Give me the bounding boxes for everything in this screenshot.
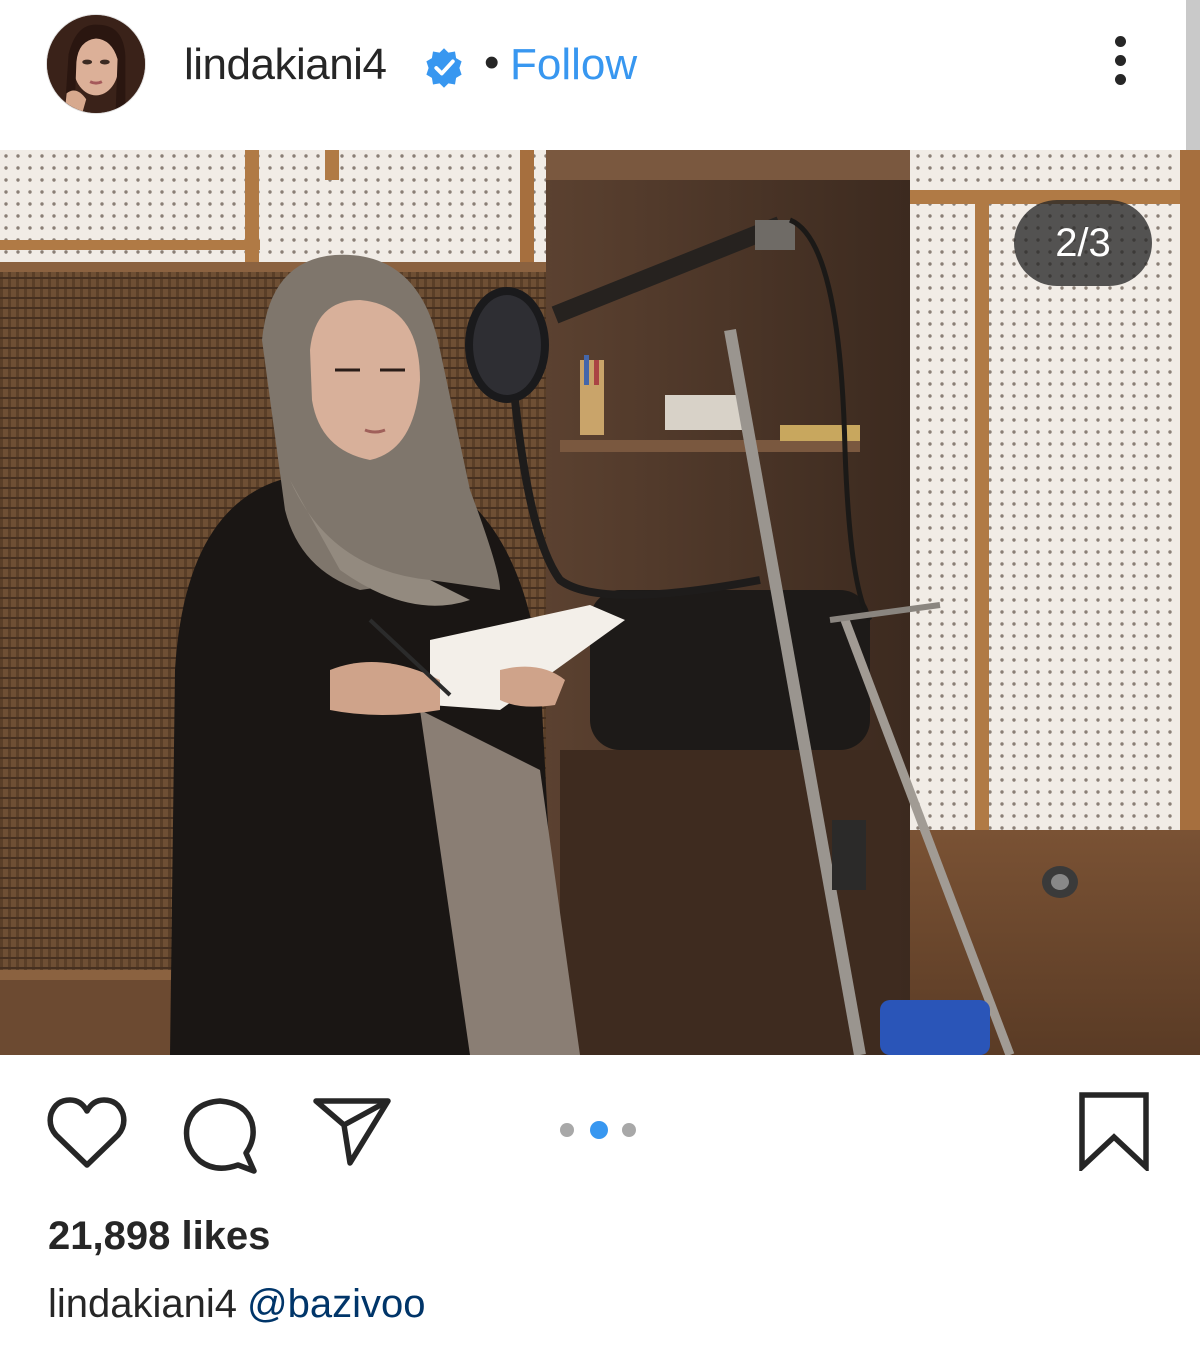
header-username[interactable]: lindakiani4 (184, 40, 387, 90)
likes-count[interactable]: 21,898 likes (48, 1214, 270, 1259)
avatar[interactable] (46, 14, 146, 114)
follow-button[interactable]: Follow (510, 40, 637, 90)
instagram-post: lindakiani4 • Follow 2/3 21,898 likes li… (0, 0, 1200, 1358)
post-photo[interactable]: 2/3 (0, 150, 1200, 1055)
caption-username[interactable]: lindakiani4 (48, 1282, 237, 1326)
separator-dot: • (484, 38, 500, 87)
verified-badge-icon (426, 48, 462, 88)
post-header: lindakiani4 • Follow (0, 0, 1200, 195)
carousel-dot (622, 1123, 636, 1137)
action-bar (0, 1085, 1200, 1185)
caption: lindakiani4 @bazivoo (48, 1282, 426, 1327)
bookmark-icon[interactable] (1078, 1091, 1150, 1171)
carousel-indicator (560, 1121, 640, 1141)
share-icon[interactable] (312, 1093, 392, 1169)
comment-icon[interactable] (180, 1095, 260, 1175)
heart-icon[interactable] (46, 1095, 128, 1171)
avatar-image (47, 15, 145, 113)
photo-image (0, 150, 1200, 1055)
caption-mention[interactable]: @bazivoo (247, 1282, 425, 1326)
carousel-counter: 2/3 (1014, 200, 1152, 286)
carousel-dot-active (590, 1121, 608, 1139)
more-options-icon[interactable] (1106, 36, 1134, 96)
carousel-dot (560, 1123, 574, 1137)
